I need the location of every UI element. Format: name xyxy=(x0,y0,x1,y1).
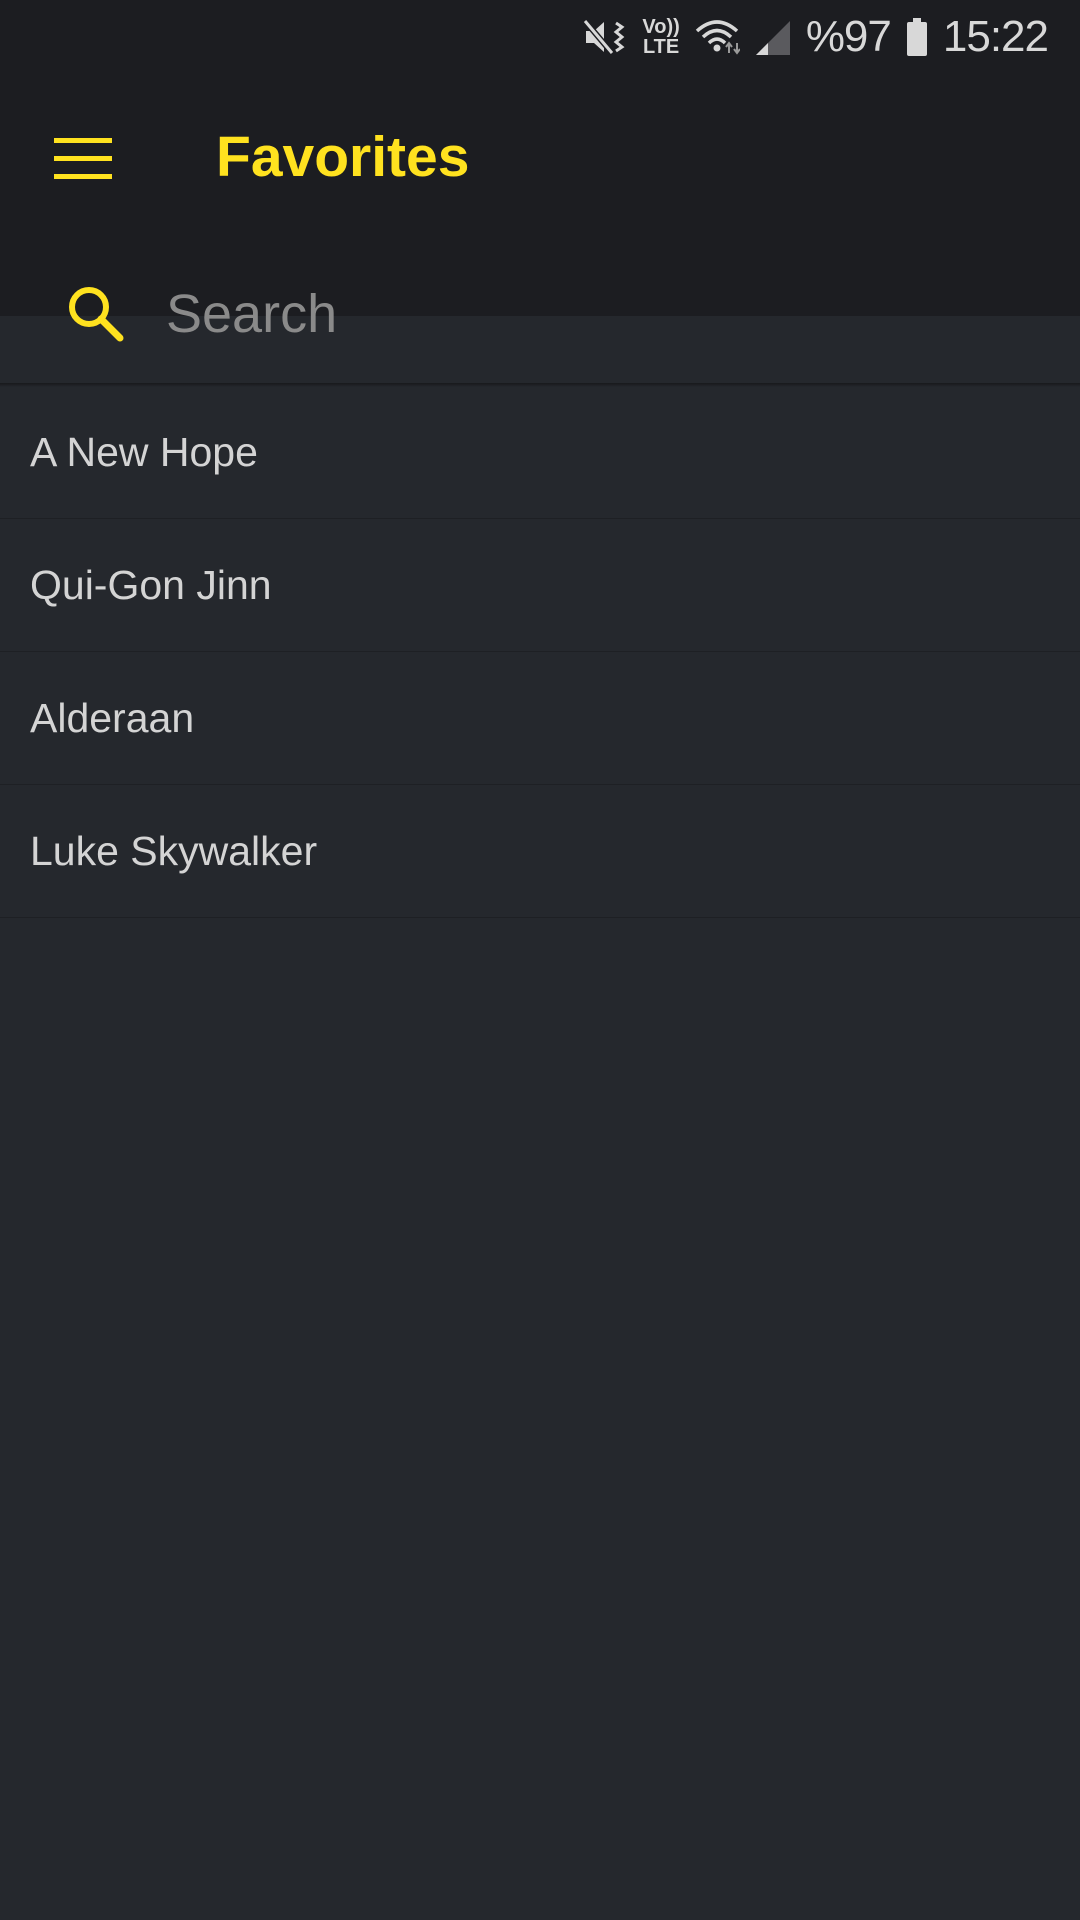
list-item[interactable]: Qui-Gon Jinn xyxy=(0,519,1080,652)
status-icons: Vo)) LTE %97 15:22 xyxy=(582,10,1049,64)
volte-badge-top: Vo)) xyxy=(642,16,680,38)
list-item-label: Alderaan xyxy=(30,694,195,741)
list-item[interactable]: A New Hope xyxy=(0,386,1080,519)
battery-percent: %97 xyxy=(805,12,892,61)
favorites-list: A New Hope Qui-Gon Jinn Alderaan Luke Sk… xyxy=(0,386,1080,918)
favorites-screen: Vo)) LTE %97 15:22 Favorites Search A Ne… xyxy=(0,0,1080,1920)
list-item-label: A New Hope xyxy=(30,428,258,475)
list-item-label: Luke Skywalker xyxy=(30,827,318,874)
list-item[interactable]: Luke Skywalker xyxy=(0,785,1080,918)
page-title: Favorites xyxy=(216,125,470,189)
signal-icon xyxy=(754,17,792,57)
menu-button[interactable] xyxy=(40,118,126,204)
list-item[interactable]: Alderaan xyxy=(0,652,1080,785)
volte-badge-bottom: LTE xyxy=(642,36,680,58)
search-icon xyxy=(66,284,126,344)
battery-icon xyxy=(905,17,929,57)
hamburger-menu-icon xyxy=(54,137,112,185)
clock: 15:22 xyxy=(942,12,1049,61)
status-bar: Vo)) LTE %97 15:22 xyxy=(0,0,1080,72)
wifi-icon xyxy=(694,17,740,57)
app-bar: Favorites xyxy=(0,72,1080,354)
search-input[interactable] xyxy=(166,274,1026,354)
list-item-label: Qui-Gon Jinn xyxy=(30,561,272,608)
mute-vibrate-icon xyxy=(582,17,628,57)
volte-icon: Vo)) LTE xyxy=(642,17,679,57)
